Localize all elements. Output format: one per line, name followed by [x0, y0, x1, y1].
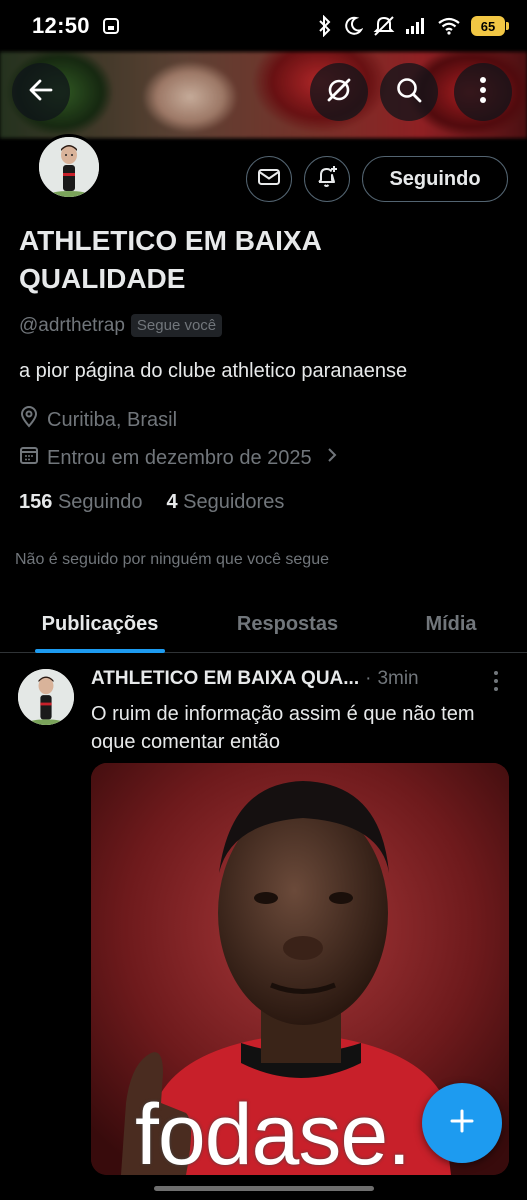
- handle-row: @adrthetrap Segue você: [19, 314, 223, 337]
- profile-tabs: Publicações Respostas Mídia: [0, 596, 527, 653]
- bluetooth-icon: [317, 15, 333, 37]
- follows-you-badge: Segue você: [130, 314, 223, 337]
- post-more-button[interactable]: [492, 670, 500, 697]
- post-separator: ·: [365, 668, 372, 689]
- post-author-name[interactable]: ATHLETICO EM BAIXA QUA...: [91, 668, 359, 690]
- battery-icon: 65: [471, 16, 509, 36]
- plus-icon: [448, 1107, 476, 1140]
- signal-icon: [405, 17, 427, 35]
- post-timestamp: 3min: [377, 668, 419, 689]
- profile-avatar[interactable]: [36, 134, 102, 200]
- follow-counts: 156 Seguindo 4 Seguidores: [19, 491, 284, 514]
- screenshot-icon: [102, 17, 120, 35]
- tab-publicacoes[interactable]: Publicações: [0, 596, 200, 653]
- notifications-button[interactable]: [304, 156, 350, 202]
- status-bar: 12:50 65: [0, 0, 527, 52]
- post-header: ATHLETICO EM BAIXA QUA... · 3min: [91, 668, 419, 690]
- chevron-right-icon: [326, 446, 338, 470]
- media-caption-text: fodase.: [135, 1087, 411, 1175]
- tab-respostas[interactable]: Respostas: [200, 596, 375, 653]
- profile-bio: a pior página do clube athletico paranae…: [19, 360, 408, 382]
- do-not-disturb-icon: [343, 16, 363, 36]
- message-button[interactable]: [246, 156, 292, 202]
- post-text: O ruim de informação assim é que não tem…: [91, 703, 475, 753]
- profile-handle: @adrthetrap: [19, 314, 125, 336]
- followers-count-link[interactable]: 4 Seguidores: [166, 491, 284, 514]
- more-vertical-icon: [479, 76, 487, 109]
- following-button[interactable]: Seguindo: [362, 156, 508, 202]
- back-arrow-icon: [27, 76, 55, 109]
- location-pin-icon: [19, 406, 39, 434]
- status-clock: 12:50: [32, 13, 90, 38]
- envelope-icon: [257, 167, 281, 192]
- bell-plus-icon: [314, 164, 340, 195]
- grok-button[interactable]: [310, 63, 368, 121]
- search-button[interactable]: [380, 63, 438, 121]
- location-row: Curitiba, Brasil: [19, 406, 177, 434]
- profile-location: Curitiba, Brasil: [47, 408, 178, 431]
- tab-midia[interactable]: Mídia: [375, 596, 527, 653]
- not-followed-notice: Não é seguido por ninguém que você segue: [15, 551, 329, 568]
- profile-joined: Entrou em dezembro de 2025: [47, 446, 312, 469]
- back-button[interactable]: [12, 63, 70, 121]
- more-options-button[interactable]: [454, 63, 512, 121]
- joined-row[interactable]: Entrou em dezembro de 2025: [19, 445, 338, 471]
- following-count-link[interactable]: 156 Seguindo: [19, 491, 142, 514]
- calendar-icon: [19, 445, 39, 471]
- wifi-icon: [437, 17, 461, 35]
- more-vertical-icon: [492, 671, 500, 696]
- grok-icon: [324, 75, 354, 110]
- search-icon: [395, 76, 423, 109]
- compose-post-button[interactable]: [422, 1083, 502, 1163]
- profile-display-name: ATHLETICO EM BAIXA QUALIDADE: [19, 225, 321, 294]
- home-indicator[interactable]: [154, 1186, 374, 1191]
- mute-icon: [373, 16, 395, 36]
- post-avatar[interactable]: [18, 669, 74, 725]
